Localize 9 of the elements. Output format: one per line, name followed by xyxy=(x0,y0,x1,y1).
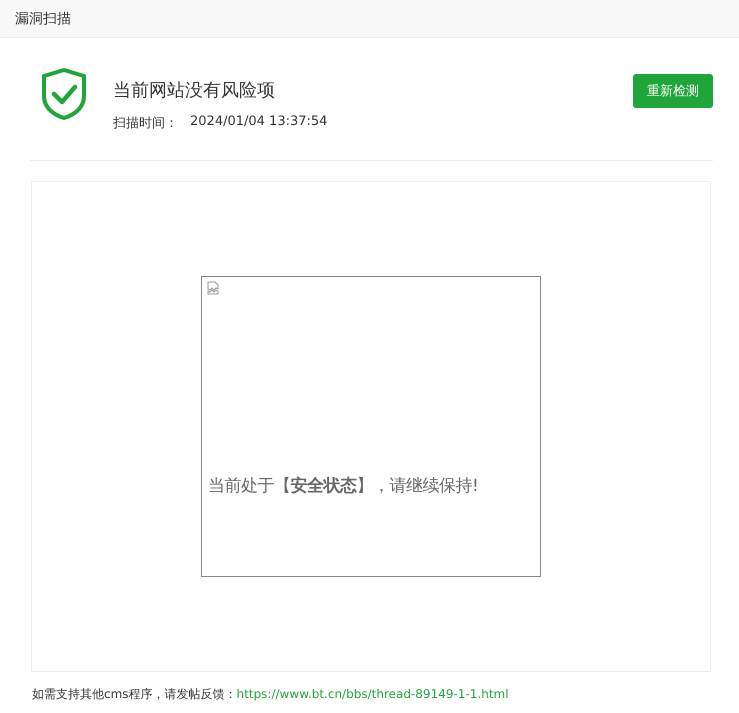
footer-note: 如需支持其他cms程序，请发帖反馈： xyxy=(32,687,237,701)
broken-image-icon xyxy=(207,281,219,295)
scan-time: 2024/01/04 13:37:54 xyxy=(190,114,328,131)
feedback-link[interactable]: https://www.bt.cn/bbs/thread-89149-1-1.html xyxy=(236,687,509,701)
rescan-button[interactable]: 重新检测 xyxy=(633,74,713,108)
alt-text: 当前处于【安全状态】，请继续保持! xyxy=(208,475,478,497)
status-message: 当前网站没有风险项 xyxy=(113,79,276,102)
window-title: 漏洞扫描 xyxy=(15,10,71,28)
scan-time-label: 扫描时间： xyxy=(113,115,178,132)
